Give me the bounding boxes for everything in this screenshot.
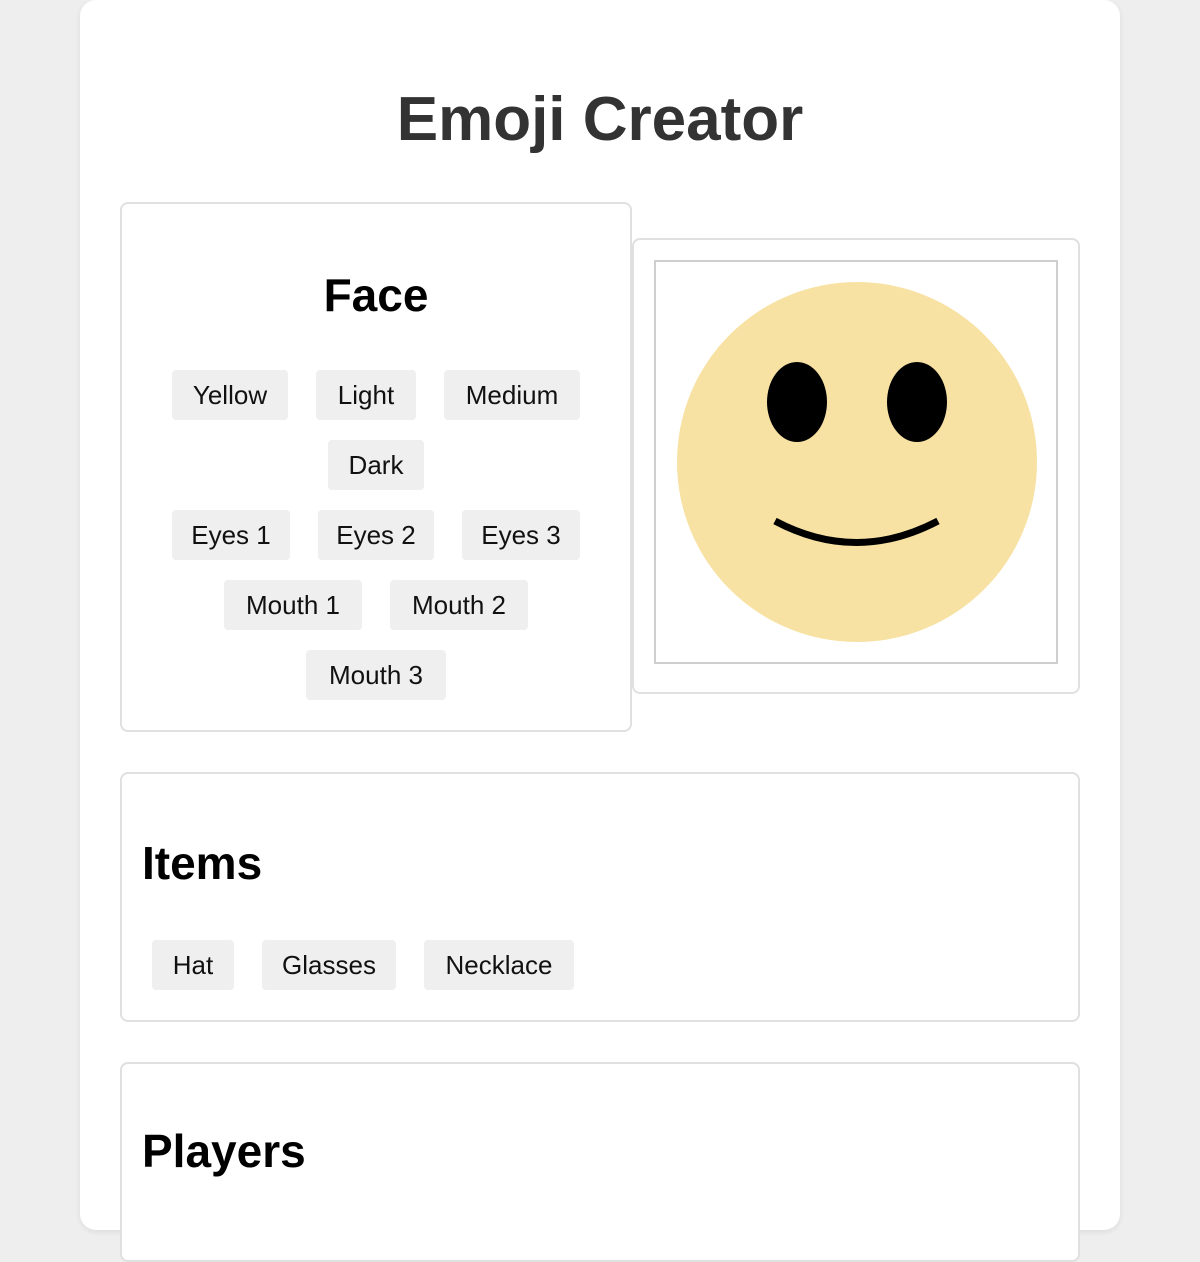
mouth-1-button[interactable]: Mouth 1 [224,580,362,630]
items-panel: Items Hat Glasses Necklace [120,772,1080,1022]
emoji-face-graphic [677,282,1037,642]
players-panel-title: Players [142,1125,306,1177]
eyes-1-button[interactable]: Eyes 1 [172,510,290,560]
item-glasses-button[interactable]: Glasses [262,940,396,990]
emoji-canvas [654,260,1058,664]
face-color-yellow-button[interactable]: Yellow [172,370,288,420]
app-card: Emoji Creator Face Yellow Light Medium D… [80,0,1120,1262]
items-panel-title: Items [142,837,263,889]
eyes-3-button[interactable]: Eyes 3 [462,510,580,560]
face-panel-title: Face [323,269,429,321]
face-color-light-button[interactable]: Light [316,370,416,420]
face-color-dark-button[interactable]: Dark [328,440,424,490]
emoji-preview-panel [632,238,1080,694]
item-necklace-button[interactable]: Necklace [424,940,574,990]
app-title: Emoji Creator [396,85,804,154]
eyes-2-button[interactable]: Eyes 2 [318,510,434,560]
emoji-face-circle [677,282,1037,642]
face-color-medium-button[interactable]: Medium [444,370,580,420]
face-panel: Face Yellow Light Medium Dark Eyes 1 Eye… [120,202,632,732]
mouth-3-button[interactable]: Mouth 3 [306,650,446,700]
emoji-right-eye [887,362,947,442]
mouth-2-button[interactable]: Mouth 2 [390,580,528,630]
item-hat-button[interactable]: Hat [152,940,234,990]
players-panel: Players [120,1062,1080,1262]
emoji-left-eye [767,362,827,442]
